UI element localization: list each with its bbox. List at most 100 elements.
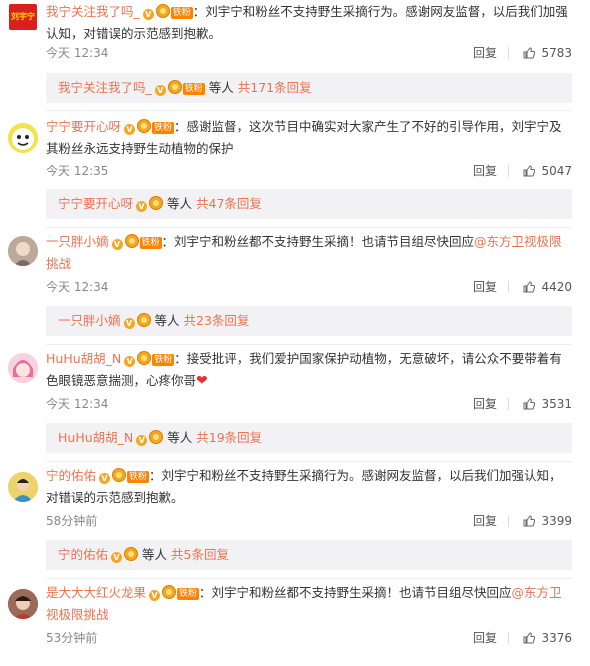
- avatar[interactable]: [8, 236, 38, 266]
- thumbs-up-icon: [523, 515, 536, 527]
- avatar-text: 刘宇宁: [11, 12, 35, 21]
- reply-deng: 等人: [167, 430, 193, 445]
- verified-icon: V: [136, 435, 148, 446]
- fan-badge: 铁粉: [127, 471, 150, 483]
- like-button[interactable]: 4420: [523, 277, 572, 297]
- divider: [508, 47, 509, 59]
- like-button[interactable]: 3399: [523, 511, 572, 531]
- comment-time: 58分钟前: [46, 514, 98, 528]
- medal-icon: [149, 430, 164, 444]
- reply-deng: 等人: [167, 196, 193, 211]
- reply-username[interactable]: 我宁关注我了吗_: [58, 80, 152, 95]
- reply-count[interactable]: 共171条回复: [238, 80, 312, 95]
- reply-summary[interactable]: 宁宁要开心呀 V 等人 共47条回复: [46, 189, 572, 219]
- divider: [508, 281, 509, 293]
- thumbs-up-icon: [523, 281, 536, 293]
- comment-meta: 今天 12:34 回复 5783: [46, 43, 572, 63]
- thumbs-up-icon: [523, 398, 536, 410]
- reply-button[interactable]: 回复: [473, 628, 497, 648]
- verified-icon: V: [111, 552, 123, 563]
- avatar[interactable]: [8, 123, 38, 153]
- reply-button[interactable]: 回复: [473, 511, 497, 531]
- like-count: 4420: [541, 280, 572, 294]
- divider: [46, 578, 572, 579]
- avatar-image: [8, 236, 38, 266]
- avatar[interactable]: [8, 589, 38, 619]
- avatar[interactable]: 刘宇宁: [9, 4, 37, 30]
- like-count: 3376: [541, 631, 572, 645]
- divider: [508, 632, 509, 644]
- reply-count[interactable]: 共5条回复: [171, 547, 229, 562]
- reply-button[interactable]: 回复: [473, 394, 497, 414]
- comment-time: 53分钟前: [46, 631, 98, 645]
- reply-button[interactable]: 回复: [473, 161, 497, 181]
- divider: [508, 165, 509, 177]
- reply-summary[interactable]: 一只胖小嫡 V 等人 共23条回复: [46, 306, 572, 336]
- verified-icon: V: [142, 9, 154, 20]
- fan-badge: 铁粉: [170, 7, 193, 19]
- reply-username[interactable]: 一只胖小嫡: [58, 313, 121, 328]
- reply-count[interactable]: 共47条回复: [196, 196, 262, 211]
- comment-time: 今天 12:34: [46, 397, 109, 411]
- comment-username[interactable]: 是大大大红火龙果: [46, 585, 146, 600]
- comment-meta: 今天 12:35 回复 5047: [46, 161, 572, 181]
- comment-meta: 今天 12:34 回复 3531: [46, 394, 572, 414]
- verified-icon: V: [111, 239, 123, 250]
- reply-summary[interactable]: 我宁关注我了吗_ V 铁粉 等人 共171条回复: [46, 73, 572, 103]
- verified-icon: V: [123, 318, 135, 329]
- comment-time: 今天 12:34: [46, 46, 109, 60]
- reply-username[interactable]: HuHu胡胡_N: [58, 430, 133, 445]
- comment-username[interactable]: 宁宁要开心呀: [46, 119, 121, 134]
- verified-icon: V: [149, 590, 161, 601]
- thumbs-up-icon: [523, 632, 536, 644]
- medal-icon: [112, 468, 127, 482]
- like-button[interactable]: 3531: [523, 394, 572, 414]
- comment-username[interactable]: HuHu胡胡_N: [46, 351, 121, 366]
- comment-body: 一只胖小嫡 V 铁粉 ：刘宇宁和粉丝都不支持野生采摘！也请节目组尽快回应@东方卫视极限…: [46, 231, 572, 275]
- divider: [508, 515, 509, 527]
- avatar[interactable]: [8, 472, 38, 502]
- comment-meta: 53分钟前 回复 3376: [46, 628, 572, 648]
- verified-icon: V: [124, 356, 136, 367]
- reply-username[interactable]: 宁宁要开心呀: [58, 196, 133, 211]
- comment-text: ：刘宇宁和粉丝都不支持野生采摘！也请节目组尽快回应: [199, 585, 512, 600]
- reply-deng: 等人: [142, 547, 168, 562]
- medal-icon: [162, 585, 177, 599]
- avatar-image: [8, 353, 38, 383]
- comment-username[interactable]: 我宁关注我了吗_: [46, 4, 140, 19]
- avatar-image: [8, 589, 38, 619]
- fan-badge: 铁粉: [182, 83, 205, 95]
- medal-icon: [137, 119, 152, 133]
- reply-summary[interactable]: HuHu胡胡_N V 等人 共19条回复: [46, 423, 572, 453]
- like-button[interactable]: 5047: [523, 161, 572, 181]
- reply-summary[interactable]: 宁的佑佑 V 等人 共5条回复: [46, 540, 572, 570]
- comment-username[interactable]: 一只胖小嫡: [46, 234, 109, 249]
- comment-body: 宁的佑佑 V 铁粉 ：刘宇宁和粉丝不支持野生采摘行为。感谢网友监督，以后我们加强认知，…: [46, 465, 572, 509]
- medal-icon: [149, 196, 164, 210]
- divider: [46, 227, 572, 228]
- comment-list: 刘宇宁 我宁关注我了吗_ V 铁粉 ：刘宇宁和粉丝不支持野生采摘行为。感谢网友监督，以…: [0, 0, 590, 666]
- avatar[interactable]: [8, 353, 38, 383]
- reply-button[interactable]: 回复: [473, 43, 497, 63]
- divider: [46, 461, 572, 462]
- verified-icon: V: [124, 124, 136, 135]
- medal-icon: [137, 351, 152, 365]
- medal-icon: [167, 80, 182, 94]
- reply-count[interactable]: 共19条回复: [196, 430, 262, 445]
- comment-time: 今天 12:35: [46, 164, 109, 178]
- avatar-image: [12, 128, 34, 150]
- verified-icon: V: [136, 201, 148, 212]
- like-count: 3399: [541, 514, 572, 528]
- like-button[interactable]: 5783: [523, 43, 572, 63]
- comment-username[interactable]: 宁的佑佑: [46, 468, 96, 483]
- comment-meta: 今天 12:34 回复 4420: [46, 277, 572, 297]
- like-button[interactable]: 3376: [523, 628, 572, 648]
- like-count: 5783: [541, 46, 572, 60]
- reply-username[interactable]: 宁的佑佑: [58, 547, 108, 562]
- comment-text: ：感谢监督，这次节目中确实对大家产生了不好的引导作用，刘宇宁及其粉丝永远支持野生…: [46, 119, 562, 156]
- comment-body: HuHu胡胡_N V 铁粉 ：接受批评，我们爱护国家保护动植物，无意破坏，请公众不要带…: [46, 348, 572, 392]
- reply-count[interactable]: 共23条回复: [184, 313, 250, 328]
- verified-icon: V: [99, 473, 111, 484]
- reply-button[interactable]: 回复: [473, 277, 497, 297]
- medal-icon: [124, 547, 139, 561]
